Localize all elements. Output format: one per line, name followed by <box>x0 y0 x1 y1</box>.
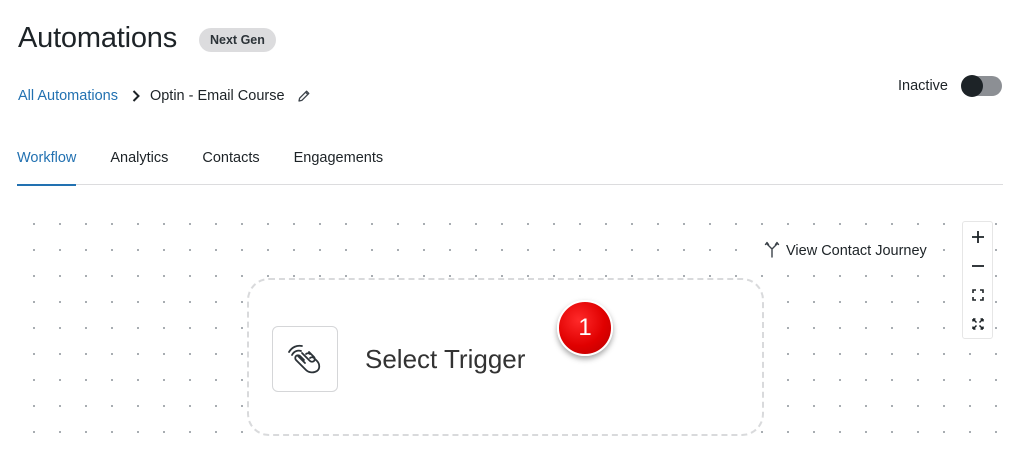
current-automation-name: Optin - Email Course <box>149 88 285 104</box>
active-toggle[interactable] <box>961 75 1002 97</box>
fullscreen-icon[interactable] <box>963 309 992 338</box>
page-title: Automations <box>18 22 177 54</box>
zoom-in-icon[interactable] <box>963 222 992 251</box>
tab-workflow[interactable]: Workflow <box>17 148 77 186</box>
hand-tap-icon <box>284 340 326 379</box>
tab-contacts[interactable]: Contacts <box>202 148 259 185</box>
zoom-controls <box>962 221 993 339</box>
toggle-knob <box>961 75 983 97</box>
all-automations-link[interactable]: All Automations <box>18 88 118 104</box>
select-trigger-label: Select Trigger <box>365 344 526 374</box>
tab-analytics[interactable]: Analytics <box>110 148 168 185</box>
zoom-out-icon[interactable] <box>963 251 992 280</box>
select-trigger-card[interactable]: Select Trigger <box>247 278 764 436</box>
branch-icon <box>764 240 786 262</box>
tab-engagements[interactable]: Engagements <box>294 148 383 185</box>
status-label: Inactive <box>898 78 948 94</box>
chevron-right-icon <box>132 90 140 102</box>
tab-bar: Workflow Analytics Contacts Engagements <box>17 148 1003 186</box>
view-contact-journey-label: View Contact Journey <box>786 243 927 259</box>
trigger-icon-box <box>272 326 338 392</box>
pencil-icon[interactable] <box>297 89 311 103</box>
step-number-badge: 1 <box>557 300 613 356</box>
fit-view-icon[interactable] <box>963 280 992 309</box>
breadcrumb: All Automations Optin - Email Course <box>18 86 311 106</box>
automation-status: Inactive <box>898 75 1002 97</box>
next-gen-badge: Next Gen <box>199 28 276 52</box>
view-contact-journey-link[interactable]: View Contact Journey <box>760 240 931 262</box>
